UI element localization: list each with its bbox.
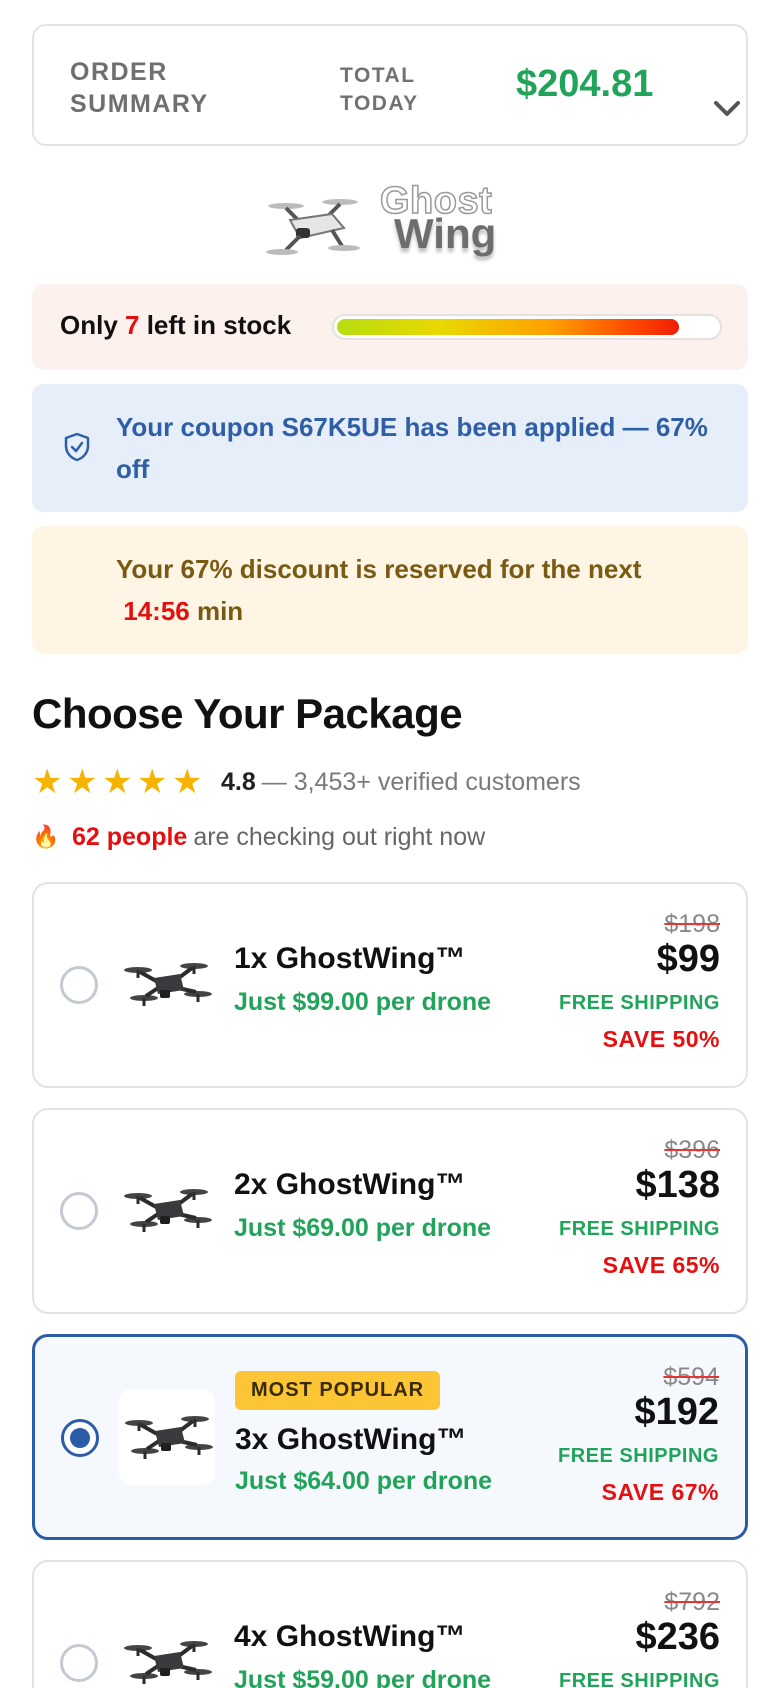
package-option-4[interactable]: 4x GhostWing™ Just $59.00 per drone $792…: [32, 1560, 748, 1688]
package-unit-price: Just $59.00 per drone: [234, 1666, 492, 1688]
verified-customers: — 3,453+ verified customers: [261, 767, 581, 796]
package-old-price: $396: [664, 1136, 720, 1164]
timer-text: Your 67% discount is reserved for the ne…: [116, 554, 642, 626]
package-savings: SAVE 65%: [602, 1252, 720, 1278]
package-price: $192: [634, 1391, 719, 1433]
package-shipping: FREE SHIPPING: [558, 1445, 719, 1467]
stock-text: Only 7 left in stock: [60, 310, 292, 340]
package-price: $138: [635, 1164, 720, 1206]
stock-progress-bar: [332, 314, 722, 340]
package-option-3[interactable]: MOST POPULAR 3x GhostWing™ Just $64.00 p…: [32, 1334, 748, 1540]
live-checkout-notice: 🔥 62 people are checking out right now: [32, 820, 485, 854]
package-price: $236: [635, 1616, 720, 1658]
star-icon: ★: [67, 763, 98, 801]
drone-logo-icon: [266, 199, 360, 255]
package-old-price: $792: [664, 1588, 720, 1616]
star-icon: ★: [102, 763, 133, 801]
drone-image: [122, 961, 214, 1008]
brand-logo: Ghost Wing: [266, 179, 506, 264]
live-people-count: 62 people: [72, 822, 188, 851]
package-name: 1x GhostWing™: [234, 942, 466, 975]
star-icon: ★: [32, 763, 63, 801]
package-savings: SAVE 50%: [602, 1026, 720, 1052]
package-unit-price: Just $69.00 per drone: [234, 1214, 492, 1242]
shield-check-icon: [64, 432, 90, 462]
drone-image: [122, 1187, 214, 1234]
discount-timer-banner: Your 67% discount is reserved for the ne…: [32, 526, 748, 654]
package-radio[interactable]: [60, 1192, 98, 1230]
package-unit-price: Just $99.00 per drone: [234, 988, 492, 1016]
live-checkout-text: are checking out right now: [193, 822, 486, 851]
countdown-time: 14:56: [123, 596, 190, 626]
rating-score: 4.8: [221, 767, 256, 796]
stock-alert: Only 7 left in stock: [32, 284, 748, 370]
package-shipping: FREE SHIPPING: [559, 1218, 720, 1240]
package-name: 4x GhostWing™: [234, 1620, 466, 1653]
star-icon: ★: [137, 763, 168, 801]
order-summary-label: ORDER SUMMARY: [70, 58, 209, 118]
package-radio-selected[interactable]: [61, 1419, 99, 1457]
stock-count: 7: [125, 310, 140, 340]
package-name: 2x GhostWing™: [234, 1168, 466, 1201]
package-old-price: $594: [663, 1363, 719, 1391]
order-summary-bar[interactable]: ORDER SUMMARY TOTAL TODAY $204.81: [32, 24, 748, 146]
rating-row: ★ ★ ★ ★ ★ 4.8 — 3,453+ verified customer…: [32, 764, 581, 800]
package-name: 3x GhostWing™: [235, 1423, 467, 1456]
chevron-down-icon[interactable]: [712, 100, 742, 118]
fire-icon: 🔥: [32, 824, 60, 849]
total-today-label: TOTAL TODAY: [340, 64, 419, 115]
coupon-text: Your coupon S67K5UE has been applied — 6…: [116, 412, 708, 484]
package-old-price: $198: [664, 910, 720, 938]
package-option-2[interactable]: 2x GhostWing™ Just $69.00 per drone $396…: [32, 1108, 748, 1314]
package-price: $99: [656, 938, 720, 980]
packages-heading: Choose Your Package: [32, 690, 463, 737]
package-unit-price: Just $64.00 per drone: [235, 1467, 493, 1495]
drone-image: [122, 1639, 214, 1686]
logo-text-wing: Wing: [394, 210, 497, 257]
stock-progress-fill: [337, 319, 679, 335]
drone-image: [119, 1389, 215, 1485]
most-popular-badge: MOST POPULAR: [235, 1371, 441, 1410]
package-shipping: FREE SHIPPING: [559, 992, 720, 1014]
package-option-1[interactable]: 1x GhostWing™ Just $99.00 per drone $198…: [32, 882, 748, 1088]
package-radio[interactable]: [60, 966, 98, 1004]
total-amount: $204.81: [516, 63, 654, 105]
coupon-banner: Your coupon S67K5UE has been applied — 6…: [32, 384, 748, 512]
package-shipping: FREE SHIPPING: [559, 1670, 720, 1688]
package-savings: SAVE 67%: [601, 1479, 719, 1505]
star-icon: ★: [172, 763, 203, 801]
package-radio[interactable]: [60, 1644, 98, 1682]
